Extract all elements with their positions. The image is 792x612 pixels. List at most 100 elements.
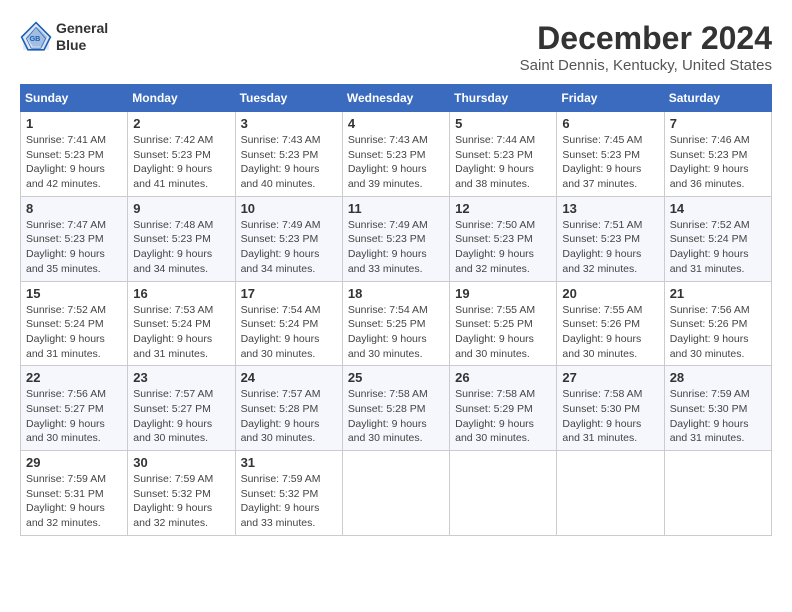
day-info: Sunrise: 7:54 AMSunset: 5:25 PMDaylight:… <box>348 303 444 362</box>
day-number: 5 <box>455 116 551 131</box>
table-row: 24 Sunrise: 7:57 AMSunset: 5:28 PMDayligh… <box>235 366 342 451</box>
calendar-week-1: 1Sunrise: 7:41 AMSunset: 5:23 PMDaylight… <box>21 112 772 197</box>
day-number: 24 <box>241 370 337 385</box>
table-row: 14 Sunrise: 7:52 AMSunset: 5:24 PMDayligh… <box>664 196 771 281</box>
day-info: Sunrise: 7:52 AMSunset: 5:24 PMDaylight:… <box>670 218 766 277</box>
calendar-week-4: 22Sunrise: 7:56 AMSunset: 5:27 PMDayligh… <box>21 366 772 451</box>
table-row: 13 Sunrise: 7:51 AMSunset: 5:23 PMDayligh… <box>557 196 664 281</box>
day-info: Sunrise: 7:44 AMSunset: 5:23 PMDaylight:… <box>455 133 551 192</box>
day-info: Sunrise: 7:57 AMSunset: 5:27 PMDaylight:… <box>133 387 229 446</box>
calendar-table: Sunday Monday Tuesday Wednesday Thursday… <box>20 84 772 536</box>
table-row: 19 Sunrise: 7:55 AMSunset: 5:25 PMDayligh… <box>450 281 557 366</box>
day-number: 11 <box>348 201 444 216</box>
table-row: 10 Sunrise: 7:49 AMSunset: 5:23 PMDayligh… <box>235 196 342 281</box>
day-number: 22 <box>26 370 122 385</box>
table-row: 16 Sunrise: 7:53 AMSunset: 5:24 PMDayligh… <box>128 281 235 366</box>
day-number: 27 <box>562 370 658 385</box>
day-info: Sunrise: 7:58 AMSunset: 5:28 PMDaylight:… <box>348 387 444 446</box>
day-number: 28 <box>670 370 766 385</box>
day-number: 16 <box>133 286 229 301</box>
header-monday: Monday <box>128 85 235 112</box>
day-info: Sunrise: 7:55 AMSunset: 5:25 PMDaylight:… <box>455 303 551 362</box>
table-row: 17 Sunrise: 7:54 AMSunset: 5:24 PMDayligh… <box>235 281 342 366</box>
day-number: 7 <box>670 116 766 131</box>
header-wednesday: Wednesday <box>342 85 449 112</box>
subtitle: Saint Dennis, Kentucky, United States <box>520 57 772 74</box>
day-info: Sunrise: 7:49 AMSunset: 5:23 PMDaylight:… <box>241 218 337 277</box>
table-row: 5 Sunrise: 7:44 AMSunset: 5:23 PMDaylight… <box>450 112 557 197</box>
day-number: 2 <box>133 116 229 131</box>
table-row: 27 Sunrise: 7:58 AMSunset: 5:30 PMDayligh… <box>557 366 664 451</box>
day-number: 31 <box>241 455 337 470</box>
table-row: 7 Sunrise: 7:46 AMSunset: 5:23 PMDaylight… <box>664 112 771 197</box>
day-info: Sunrise: 7:55 AMSunset: 5:26 PMDaylight:… <box>562 303 658 362</box>
calendar-week-5: 29 Sunrise: 7:59 AMSunset: 5:31 PMDayligh… <box>21 451 772 536</box>
table-row <box>450 451 557 536</box>
day-info: Sunrise: 7:58 AMSunset: 5:29 PMDaylight:… <box>455 387 551 446</box>
header-thursday: Thursday <box>450 85 557 112</box>
day-number: 14 <box>670 201 766 216</box>
table-row: 29 Sunrise: 7:59 AMSunset: 5:31 PMDayligh… <box>21 451 128 536</box>
table-row: 21Sunrise: 7:56 AMSunset: 5:26 PMDayligh… <box>664 281 771 366</box>
table-row: 18 Sunrise: 7:54 AMSunset: 5:25 PMDayligh… <box>342 281 449 366</box>
title-area: December 2024 Saint Dennis, Kentucky, Un… <box>520 20 772 74</box>
day-info: Sunrise: 7:52 AMSunset: 5:24 PMDaylight:… <box>26 303 122 362</box>
day-number: 19 <box>455 286 551 301</box>
table-row <box>664 451 771 536</box>
table-row: 1Sunrise: 7:41 AMSunset: 5:23 PMDaylight… <box>21 112 128 197</box>
day-number: 4 <box>348 116 444 131</box>
day-info: Sunrise: 7:45 AMSunset: 5:23 PMDaylight:… <box>562 133 658 192</box>
main-title: December 2024 <box>520 20 772 57</box>
table-row: 11 Sunrise: 7:49 AMSunset: 5:23 PMDayligh… <box>342 196 449 281</box>
header-sunday: Sunday <box>21 85 128 112</box>
day-info: Sunrise: 7:51 AMSunset: 5:23 PMDaylight:… <box>562 218 658 277</box>
calendar-week-2: 8 Sunrise: 7:47 AMSunset: 5:23 PMDaylight… <box>21 196 772 281</box>
day-number: 13 <box>562 201 658 216</box>
calendar-week-3: 15Sunrise: 7:52 AMSunset: 5:24 PMDayligh… <box>21 281 772 366</box>
day-number: 29 <box>26 455 122 470</box>
logo: GB General Blue <box>20 20 108 54</box>
day-info: Sunrise: 7:57 AMSunset: 5:28 PMDaylight:… <box>241 387 337 446</box>
day-info: Sunrise: 7:42 AMSunset: 5:23 PMDaylight:… <box>133 133 229 192</box>
day-number: 10 <box>241 201 337 216</box>
header: GB General Blue December 2024 Saint Denn… <box>20 20 772 74</box>
table-row: 9Sunrise: 7:48 AMSunset: 5:23 PMDaylight… <box>128 196 235 281</box>
table-row <box>557 451 664 536</box>
table-row: 8 Sunrise: 7:47 AMSunset: 5:23 PMDaylight… <box>21 196 128 281</box>
day-info: Sunrise: 7:43 AMSunset: 5:23 PMDaylight:… <box>348 133 444 192</box>
day-number: 30 <box>133 455 229 470</box>
day-number: 18 <box>348 286 444 301</box>
table-row: 25Sunrise: 7:58 AMSunset: 5:28 PMDayligh… <box>342 366 449 451</box>
day-number: 12 <box>455 201 551 216</box>
header-friday: Friday <box>557 85 664 112</box>
day-number: 17 <box>241 286 337 301</box>
header-tuesday: Tuesday <box>235 85 342 112</box>
table-row: 28Sunrise: 7:59 AMSunset: 5:30 PMDayligh… <box>664 366 771 451</box>
day-info: Sunrise: 7:46 AMSunset: 5:23 PMDaylight:… <box>670 133 766 192</box>
logo-text: General Blue <box>56 20 108 54</box>
day-info: Sunrise: 7:54 AMSunset: 5:24 PMDaylight:… <box>241 303 337 362</box>
table-row: 2 Sunrise: 7:42 AMSunset: 5:23 PMDaylight… <box>128 112 235 197</box>
logo-icon: GB <box>20 21 52 53</box>
day-info: Sunrise: 7:59 AMSunset: 5:31 PMDaylight:… <box>26 472 122 531</box>
day-info: Sunrise: 7:43 AMSunset: 5:23 PMDaylight:… <box>241 133 337 192</box>
table-row: 26 Sunrise: 7:58 AMSunset: 5:29 PMDayligh… <box>450 366 557 451</box>
day-number: 1 <box>26 116 122 131</box>
svg-text:GB: GB <box>30 34 41 43</box>
day-number: 21 <box>670 286 766 301</box>
day-info: Sunrise: 7:47 AMSunset: 5:23 PMDaylight:… <box>26 218 122 277</box>
calendar-header-row: Sunday Monday Tuesday Wednesday Thursday… <box>21 85 772 112</box>
table-row: 22Sunrise: 7:56 AMSunset: 5:27 PMDayligh… <box>21 366 128 451</box>
day-info: Sunrise: 7:49 AMSunset: 5:23 PMDaylight:… <box>348 218 444 277</box>
day-number: 9 <box>133 201 229 216</box>
table-row <box>342 451 449 536</box>
day-number: 3 <box>241 116 337 131</box>
table-row: 20Sunrise: 7:55 AMSunset: 5:26 PMDayligh… <box>557 281 664 366</box>
day-info: Sunrise: 7:58 AMSunset: 5:30 PMDaylight:… <box>562 387 658 446</box>
table-row: 31Sunrise: 7:59 AMSunset: 5:32 PMDayligh… <box>235 451 342 536</box>
day-number: 23 <box>133 370 229 385</box>
day-info: Sunrise: 7:53 AMSunset: 5:24 PMDaylight:… <box>133 303 229 362</box>
day-number: 26 <box>455 370 551 385</box>
day-info: Sunrise: 7:50 AMSunset: 5:23 PMDaylight:… <box>455 218 551 277</box>
day-number: 8 <box>26 201 122 216</box>
